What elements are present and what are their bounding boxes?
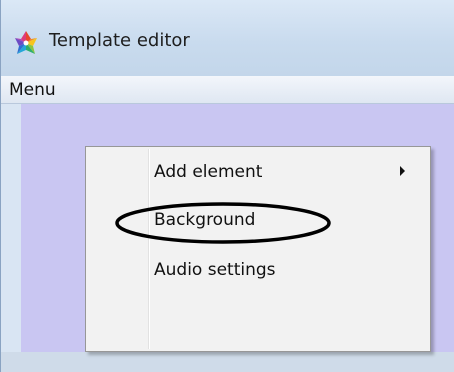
template-editor-window: Template editor Menu Add element Backgro…	[0, 0, 454, 372]
context-menu: Add element Background Audio settings	[85, 146, 431, 352]
highlight-ellipse-annotation	[115, 202, 331, 244]
title-bar[interactable]: Template editor	[1, 0, 454, 76]
menu-item-audio-settings[interactable]: Audio settings	[154, 260, 276, 280]
window-bottom-strip	[1, 352, 454, 372]
chevron-right-icon	[400, 166, 405, 176]
menu-item-add-element[interactable]: Add element	[154, 162, 262, 182]
menu-item-menu[interactable]: Menu	[9, 80, 56, 100]
menu-gutter-separator	[148, 149, 150, 349]
app-icon	[13, 30, 39, 56]
menu-bar	[1, 76, 454, 104]
window-title: Template editor	[49, 30, 190, 51]
